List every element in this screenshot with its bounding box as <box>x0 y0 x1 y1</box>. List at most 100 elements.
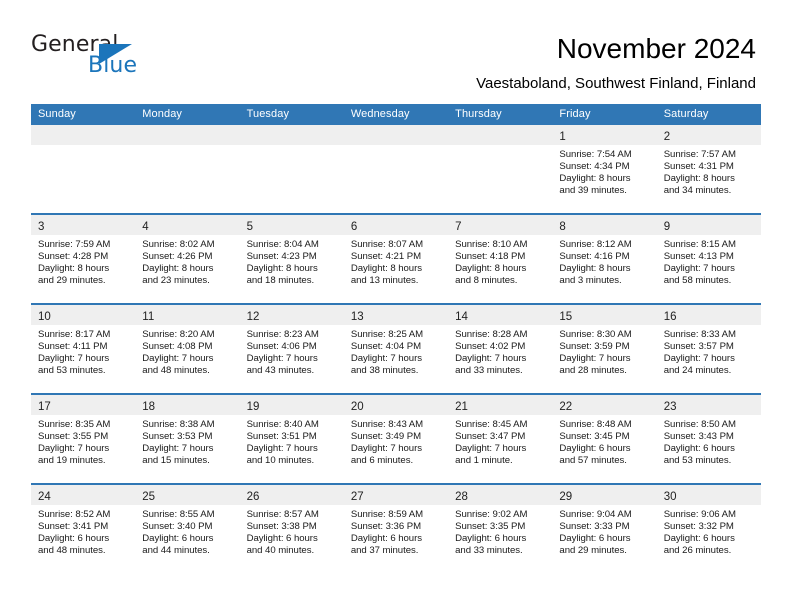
day-number: 30 <box>663 491 677 503</box>
day-cell[interactable]: 2 Sunrise: 7:57 AM Sunset: 4:31 PM Daylight… <box>656 125 761 213</box>
day-detail-line: Sunset: 3:41 PM <box>38 521 109 533</box>
day-detail-line: Sunrise: 8:33 AM <box>663 329 736 340</box>
day-number-strip: 28 <box>448 485 553 505</box>
day-cell[interactable]: 7 Sunrise: 8:10 AM Sunset: 4:18 PM Daylight… <box>448 215 553 303</box>
day-details: Sunrise: 8:12 AM Sunset: 4:16 PM Daylight:… <box>552 235 656 287</box>
day-detail-line: Sunrise: 8:43 AM <box>350 419 424 430</box>
day-number-strip: 24 <box>31 485 136 505</box>
day-cell[interactable]: 18 Sunrise: 8:38 AM Sunset: 3:53 PM Dayligh… <box>135 395 240 483</box>
day-cell[interactable]: 21 Sunrise: 8:45 AM Sunset: 3:47 PM Dayligh… <box>448 395 553 483</box>
day-cell[interactable]: 15 Sunrise: 8:30 AM Sunset: 3:59 PM Dayligh… <box>552 305 657 393</box>
day-number-strip: 15 <box>552 305 657 325</box>
day-detail-line: Sunset: 4:06 PM <box>246 341 317 353</box>
day-detail-line: and 8 minutes. <box>455 275 518 287</box>
day-number-strip <box>31 125 136 145</box>
day-detail-line: and 40 minutes. <box>246 545 315 557</box>
day-detail-line: Sunrise: 8:10 AM <box>455 239 528 250</box>
day-cell[interactable]: 14 Sunrise: 8:28 AM Sunset: 4:02 PM Dayligh… <box>448 305 553 393</box>
day-cell[interactable]: 29 Sunrise: 9:04 AM Sunset: 3:33 PM Dayligh… <box>552 485 657 573</box>
day-cell[interactable]: 9 Sunrise: 8:15 AM Sunset: 4:13 PM Daylight… <box>656 215 761 303</box>
day-number: 29 <box>559 491 573 503</box>
day-cell[interactable]: 8 Sunrise: 8:12 AM Sunset: 4:16 PM Daylight… <box>552 215 657 303</box>
day-number: 12 <box>246 311 260 323</box>
day-cell[interactable]: 11 Sunrise: 8:20 AM Sunset: 4:08 PM Dayligh… <box>135 305 240 393</box>
day-detail-line: Sunrise: 8:30 AM <box>559 329 632 340</box>
day-detail-line: Sunrise: 8:25 AM <box>350 329 424 340</box>
day-cell[interactable]: 17 Sunrise: 8:35 AM Sunset: 3:55 PM Dayligh… <box>31 395 136 483</box>
day-details: Sunrise: 8:10 AM Sunset: 4:18 PM Daylight:… <box>448 235 552 287</box>
day-cell[interactable]: 25 Sunrise: 8:55 AM Sunset: 3:40 PM Dayligh… <box>135 485 240 573</box>
day-detail-line: Sunset: 4:28 PM <box>38 251 109 263</box>
day-cell[interactable]: 20 Sunrise: 8:43 AM Sunset: 3:49 PM Dayligh… <box>343 395 449 483</box>
day-number: 23 <box>663 401 677 413</box>
day-detail-line: Sunset: 3:32 PM <box>663 521 734 533</box>
day-cell[interactable]: 1 Sunrise: 7:54 AM Sunset: 4:34 PM Daylight… <box>552 125 657 213</box>
day-number-strip: 20 <box>343 395 449 415</box>
day-detail-line: and 53 minutes. <box>663 455 732 467</box>
day-cell-empty <box>448 125 553 213</box>
day-detail-line: Daylight: 7 hours <box>350 443 422 455</box>
day-detail-line: Sunrise: 8:38 AM <box>142 419 215 430</box>
day-detail-line: Sunrise: 9:02 AM <box>455 509 528 520</box>
day-detail-line: Daylight: 6 hours <box>142 533 214 545</box>
day-detail-line: Daylight: 8 hours <box>38 263 110 275</box>
day-cell-empty <box>343 125 449 213</box>
day-detail-line: Daylight: 6 hours <box>559 443 631 455</box>
day-number-strip: 27 <box>343 485 449 505</box>
day-detail-line: Sunrise: 8:52 AM <box>38 509 111 520</box>
day-detail-line: Daylight: 7 hours <box>246 353 318 365</box>
day-details: Sunrise: 9:04 AM Sunset: 3:33 PM Daylight:… <box>552 505 656 557</box>
day-detail-line: Sunrise: 7:59 AM <box>38 239 111 250</box>
day-cell[interactable]: 16 Sunrise: 8:33 AM Sunset: 3:57 PM Dayligh… <box>656 305 761 393</box>
day-cell[interactable]: 12 Sunrise: 8:23 AM Sunset: 4:06 PM Dayligh… <box>239 305 344 393</box>
day-cell[interactable]: 22 Sunrise: 8:48 AM Sunset: 3:45 PM Dayligh… <box>552 395 657 483</box>
day-cell[interactable]: 10 Sunrise: 8:17 AM Sunset: 4:11 PM Dayligh… <box>31 305 136 393</box>
day-detail-line: Sunrise: 8:55 AM <box>142 509 215 520</box>
day-number-strip: 13 <box>343 305 449 325</box>
day-detail-line: Sunset: 3:57 PM <box>663 341 734 353</box>
day-number-strip <box>135 125 240 145</box>
day-detail-line: Daylight: 6 hours <box>559 533 631 545</box>
day-detail-line: and 44 minutes. <box>142 545 210 557</box>
day-cell[interactable]: 24 Sunrise: 8:52 AM Sunset: 3:41 PM Dayligh… <box>31 485 136 573</box>
day-detail-line: and 13 minutes. <box>350 275 419 287</box>
day-number: 27 <box>350 491 364 503</box>
day-detail-line: and 18 minutes. <box>246 275 315 287</box>
day-detail-line: and 6 minutes. <box>350 455 414 467</box>
day-number: 13 <box>350 311 364 323</box>
day-cell[interactable]: 30 Sunrise: 9:06 AM Sunset: 3:32 PM Dayligh… <box>656 485 761 573</box>
day-details: Sunrise: 8:30 AM Sunset: 3:59 PM Daylight:… <box>552 325 656 377</box>
day-cell[interactable]: 23 Sunrise: 8:50 AM Sunset: 3:43 PM Dayligh… <box>656 395 761 483</box>
day-detail-line: Sunrise: 8:57 AM <box>246 509 319 520</box>
day-cell[interactable]: 13 Sunrise: 8:25 AM Sunset: 4:04 PM Dayligh… <box>343 305 449 393</box>
day-detail-line: Daylight: 6 hours <box>663 443 735 455</box>
weekday-header-thursday: Thursday <box>455 108 502 120</box>
brand-logo[interactable]: General Blue <box>31 33 211 81</box>
day-detail-line: Sunrise: 9:06 AM <box>663 509 736 520</box>
day-cell[interactable]: 28 Sunrise: 9:02 AM Sunset: 3:35 PM Dayligh… <box>448 485 553 573</box>
day-number-strip <box>343 125 449 145</box>
week-body: 17 Sunrise: 8:35 AM Sunset: 3:55 PM Dayligh… <box>31 395 761 483</box>
day-number: 4 <box>142 221 149 233</box>
day-detail-line: Sunrise: 8:15 AM <box>663 239 736 250</box>
page-subtitle: Vaestaboland, Southwest Finland, Finland <box>476 75 756 92</box>
day-detail-line: and 28 minutes. <box>559 365 627 377</box>
day-number-strip: 29 <box>552 485 657 505</box>
day-details: Sunrise: 8:20 AM Sunset: 4:08 PM Daylight:… <box>135 325 239 377</box>
day-number: 20 <box>350 401 364 413</box>
day-cell[interactable]: 6 Sunrise: 8:07 AM Sunset: 4:21 PM Daylight… <box>343 215 449 303</box>
day-cell[interactable]: 19 Sunrise: 8:40 AM Sunset: 3:51 PM Dayligh… <box>239 395 344 483</box>
day-detail-line: Sunrise: 8:02 AM <box>142 239 215 250</box>
day-cell[interactable]: 26 Sunrise: 8:57 AM Sunset: 3:38 PM Dayligh… <box>239 485 344 573</box>
day-cell[interactable]: 27 Sunrise: 8:59 AM Sunset: 3:36 PM Dayligh… <box>343 485 449 573</box>
day-cell-empty <box>135 125 240 213</box>
week-body: 24 Sunrise: 8:52 AM Sunset: 3:41 PM Dayligh… <box>31 485 761 573</box>
day-cell[interactable]: 3 Sunrise: 7:59 AM Sunset: 4:28 PM Daylight… <box>31 215 136 303</box>
day-details: Sunrise: 8:25 AM Sunset: 4:04 PM Daylight:… <box>344 325 448 377</box>
day-cell[interactable]: 4 Sunrise: 8:02 AM Sunset: 4:26 PM Daylight… <box>135 215 240 303</box>
day-detail-line: and 48 minutes. <box>142 365 210 377</box>
day-detail-line: and 57 minutes. <box>559 455 627 467</box>
day-cell[interactable]: 5 Sunrise: 8:04 AM Sunset: 4:23 PM Daylight… <box>239 215 344 303</box>
day-detail-line: Daylight: 8 hours <box>246 263 318 275</box>
day-number: 5 <box>246 221 253 233</box>
